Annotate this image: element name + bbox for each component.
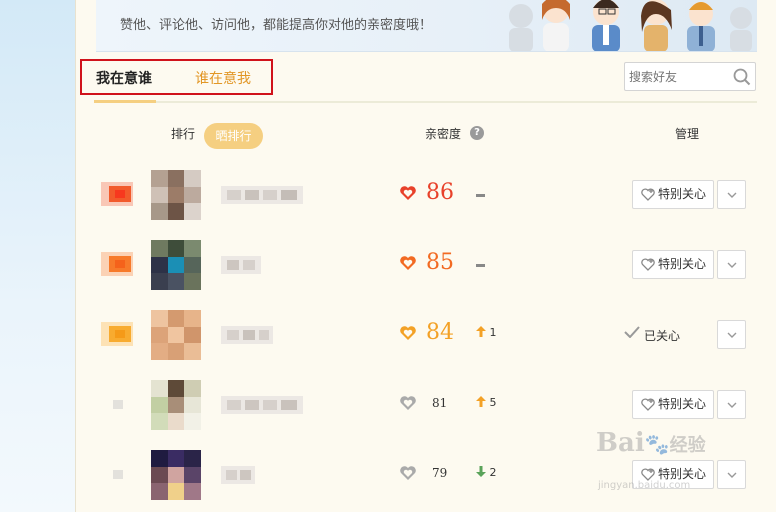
trend-value: 1 [489, 326, 497, 339]
rank-badge-blurred [101, 252, 133, 276]
more-options-button[interactable] [717, 390, 746, 419]
intimacy-column-header: 亲密度 [425, 127, 462, 141]
search-icon[interactable] [733, 68, 751, 86]
list-item: 85 特别关心 [76, 240, 776, 310]
intimacy-score: 79 [432, 466, 448, 480]
arrow-down-icon [476, 466, 486, 477]
intimacy-heart-icon [400, 256, 416, 270]
intimacy-heart-icon [400, 186, 416, 200]
special-care-button[interactable]: 特别关心 [632, 250, 714, 279]
more-options-button[interactable] [717, 320, 746, 349]
chevron-down-icon [727, 262, 737, 268]
friend-name-blurred[interactable] [221, 183, 303, 207]
chevron-down-icon [727, 472, 737, 478]
heart-plus-icon [641, 188, 655, 201]
special-care-label: 特别关心 [658, 187, 707, 201]
trend-value: 5 [489, 396, 497, 409]
friend-name-blurred[interactable] [221, 463, 255, 487]
avatar[interactable] [151, 310, 201, 360]
more-options-button[interactable] [717, 460, 746, 489]
trend-down: 2 [476, 466, 497, 479]
special-care-button[interactable]: 特别关心 [632, 460, 714, 489]
friend-search-box [624, 62, 756, 91]
tab-who-i-care[interactable]: 我在意谁 [96, 68, 152, 88]
arrow-up-icon [476, 396, 486, 407]
main-panel: 赞他、评论他、访问他，都能提高你对他的亲密度哦！ 我在意谁 谁在意我 搜索好友 … [75, 0, 776, 512]
intimacy-score: 84 [426, 320, 454, 345]
help-icon[interactable]: ? [470, 126, 484, 140]
check-icon [624, 326, 640, 338]
chevron-down-icon [727, 332, 737, 338]
friend-name-blurred[interactable] [221, 393, 303, 417]
special-care-label: 特别关心 [658, 467, 707, 481]
trend-up: 5 [476, 396, 497, 409]
intimacy-score: 85 [426, 250, 454, 275]
list-item: 79 2 特别关心 [76, 450, 776, 512]
friend-name-blurred[interactable] [221, 253, 261, 277]
manage-column-header: 管理 [675, 127, 700, 141]
banner-illustration [509, 0, 752, 51]
search-input[interactable] [629, 68, 729, 86]
heart-plus-icon [641, 398, 655, 411]
special-care-label: 特别关心 [658, 397, 707, 411]
trend-up: 1 [476, 326, 497, 339]
followed-status[interactable]: 已关心 [624, 326, 681, 344]
rank-badge-blurred [113, 470, 123, 479]
avatar[interactable] [151, 170, 201, 220]
arrow-up-icon [476, 326, 486, 337]
intimacy-score: 86 [426, 180, 454, 205]
heart-plus-icon [641, 258, 655, 271]
rank-badge-blurred [101, 182, 133, 206]
special-care-button[interactable]: 特别关心 [632, 180, 714, 209]
special-care-label: 特别关心 [658, 257, 707, 271]
intimacy-heart-icon [400, 326, 416, 340]
rank-badge-blurred [101, 322, 133, 346]
followed-label: 已关心 [644, 329, 681, 343]
intimacy-heart-icon [400, 466, 416, 480]
special-care-button[interactable]: 特别关心 [632, 390, 714, 419]
chevron-down-icon [727, 402, 737, 408]
avatar[interactable] [151, 380, 201, 430]
avatar[interactable] [151, 240, 201, 290]
more-options-button[interactable] [717, 250, 746, 279]
trend-value: 2 [489, 466, 497, 479]
intimacy-score: 81 [432, 396, 448, 410]
active-tab-underline [94, 100, 156, 103]
page-left-background [0, 0, 75, 512]
intimacy-heart-icon [400, 396, 416, 410]
avatar[interactable] [151, 450, 201, 500]
friend-name-blurred[interactable] [221, 323, 273, 347]
trend-flat-icon [476, 264, 485, 267]
share-rank-button[interactable]: 晒排行 [204, 123, 263, 149]
list-item: 84 1 已关心 [76, 310, 776, 380]
friend-tabs: 我在意谁 谁在意我 [80, 59, 757, 103]
heart-plus-icon [641, 468, 655, 481]
trend-flat-icon [476, 194, 485, 197]
more-options-button[interactable] [717, 180, 746, 209]
chevron-down-icon [727, 192, 737, 198]
intimacy-banner: 赞他、评论他、访问他，都能提高你对他的亲密度哦！ [96, 0, 757, 52]
rank-badge-blurred [113, 400, 123, 409]
rank-column-header: 排行 [171, 127, 196, 141]
tab-who-cares-me[interactable]: 谁在意我 [195, 68, 251, 88]
list-item: 86 特别关心 [76, 170, 776, 240]
list-item: 81 5 特别关心 [76, 380, 776, 450]
